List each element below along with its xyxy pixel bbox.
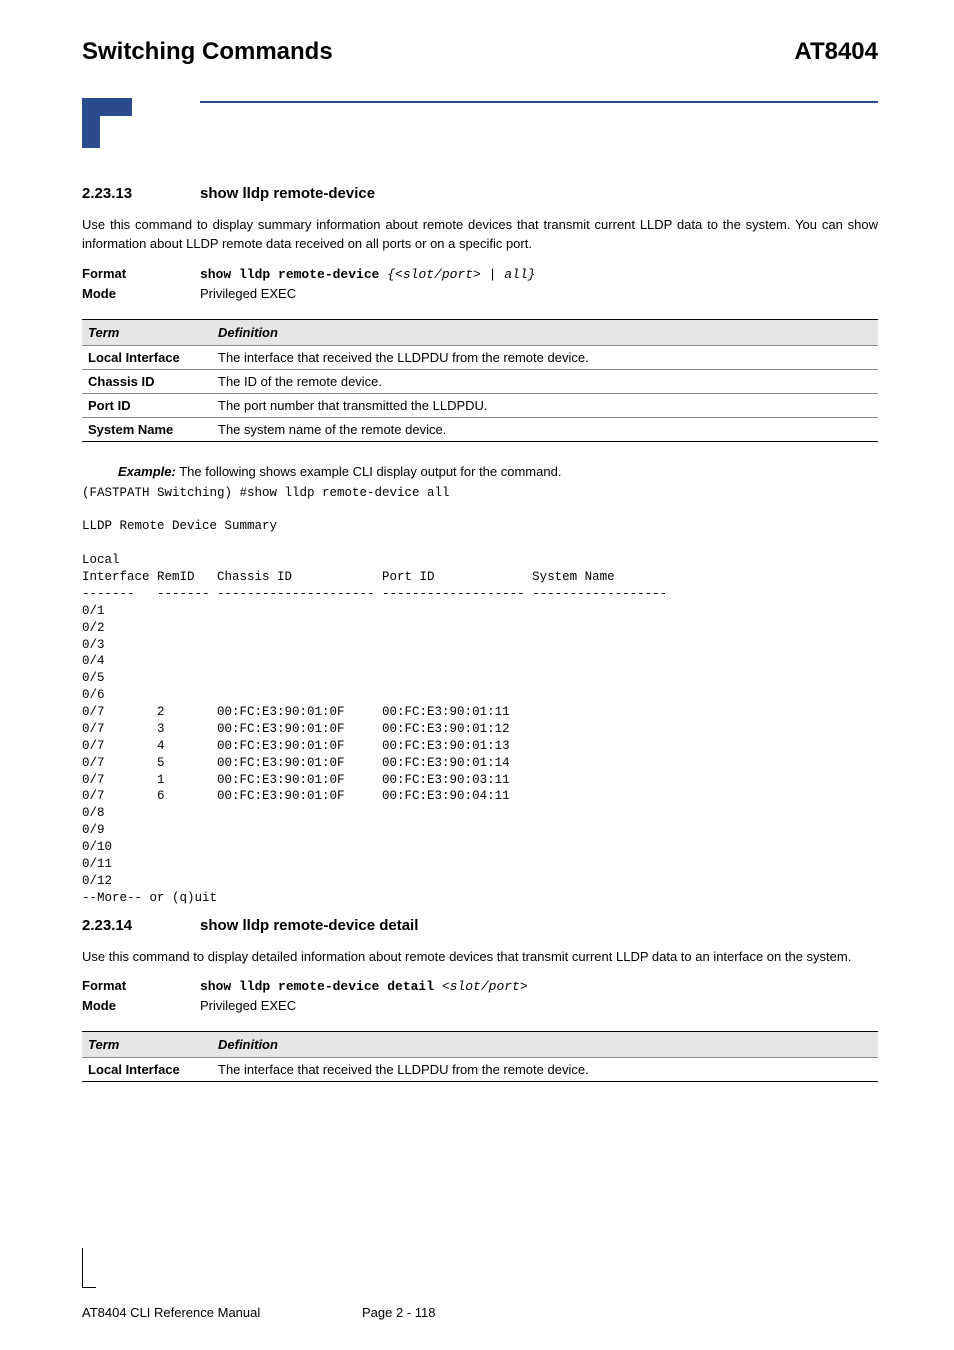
example-line: Example: The following shows example CLI… xyxy=(118,464,878,479)
definition-cell: The interface that received the LLDPDU f… xyxy=(212,1058,878,1082)
th-term: Term xyxy=(82,319,212,345)
table-row: Port ID The port number that transmitted… xyxy=(82,393,878,417)
footer-doc-title: AT8404 CLI Reference Manual xyxy=(82,1305,362,1320)
th-definition: Definition xyxy=(212,319,878,345)
format-value: show lldp remote-device detail <slot/por… xyxy=(200,978,528,994)
definition-cell: The port number that transmitted the LLD… xyxy=(212,393,878,417)
crop-mark-icon xyxy=(82,1248,83,1262)
definition-cell: The interface that received the LLDPDU f… xyxy=(212,345,878,369)
logo-row xyxy=(82,98,878,151)
mode-value: Privileged EXEC xyxy=(200,286,296,301)
header-chapter: Switching Commands xyxy=(82,38,333,66)
format-label: Format xyxy=(82,266,200,282)
mode-row: Mode Privileged EXEC xyxy=(82,286,878,301)
term-cell: Local Interface xyxy=(82,345,212,369)
section-number: 2.23.14 xyxy=(82,917,200,934)
footer-page-number: Page 2 - 118 xyxy=(362,1305,435,1320)
format-value: show lldp remote-device {<slot/port> | a… xyxy=(200,266,535,282)
format-row: Format show lldp remote-device detail <s… xyxy=(82,978,878,994)
section-description: Use this command to display summary info… xyxy=(82,216,878,254)
page-footer: AT8404 CLI Reference Manual Page 2 - 118 xyxy=(82,1305,878,1320)
term-cell: Port ID xyxy=(82,393,212,417)
page-header: Switching Commands AT8404 xyxy=(82,38,878,66)
mode-row: Mode Privileged EXEC xyxy=(82,998,878,1013)
definition-table-1: Term Definition Local Interface The inte… xyxy=(82,319,878,442)
table-row: Local Interface The interface that recei… xyxy=(82,1058,878,1082)
section-title: show lldp remote-device xyxy=(200,185,375,202)
term-cell: Chassis ID xyxy=(82,369,212,393)
definition-cell: The system name of the remote device. xyxy=(212,417,878,441)
mode-value: Privileged EXEC xyxy=(200,998,296,1013)
format-label: Format xyxy=(82,978,200,994)
table-row: System Name The system name of the remot… xyxy=(82,417,878,441)
section-title: show lldp remote-device detail xyxy=(200,917,418,934)
definition-cell: The ID of the remote device. xyxy=(212,369,878,393)
header-model: AT8404 xyxy=(794,38,878,66)
format-command: show lldp remote-device detail xyxy=(200,979,442,994)
section-number: 2.23.13 xyxy=(82,185,200,202)
format-command: show lldp remote-device xyxy=(200,267,387,282)
table-row: Local Interface The interface that recei… xyxy=(82,345,878,369)
example-text: The following shows example CLI display … xyxy=(176,464,562,479)
cli-output: (FASTPATH Switching) #show lldp remote-d… xyxy=(82,485,878,907)
format-argument: {<slot/port> | all} xyxy=(387,267,535,282)
example-label: Example: xyxy=(118,464,176,479)
table-row: Chassis ID The ID of the remote device. xyxy=(82,369,878,393)
brand-logo-icon xyxy=(82,98,132,151)
section-heading-2: 2.23.14 show lldp remote-device detail xyxy=(82,917,878,934)
term-cell: Local Interface xyxy=(82,1058,212,1082)
th-term: Term xyxy=(82,1032,212,1058)
header-rule xyxy=(200,101,878,103)
section-description: Use this command to display detailed inf… xyxy=(82,948,878,967)
mode-label: Mode xyxy=(82,286,200,301)
mode-label: Mode xyxy=(82,998,200,1013)
format-row: Format show lldp remote-device {<slot/po… xyxy=(82,266,878,282)
definition-table-2: Term Definition Local Interface The inte… xyxy=(82,1031,878,1082)
term-cell: System Name xyxy=(82,417,212,441)
th-definition: Definition xyxy=(212,1032,878,1058)
format-argument: <slot/port> xyxy=(442,979,528,994)
crop-mark-icon xyxy=(82,1262,96,1288)
section-heading-1: 2.23.13 show lldp remote-device xyxy=(82,185,878,202)
